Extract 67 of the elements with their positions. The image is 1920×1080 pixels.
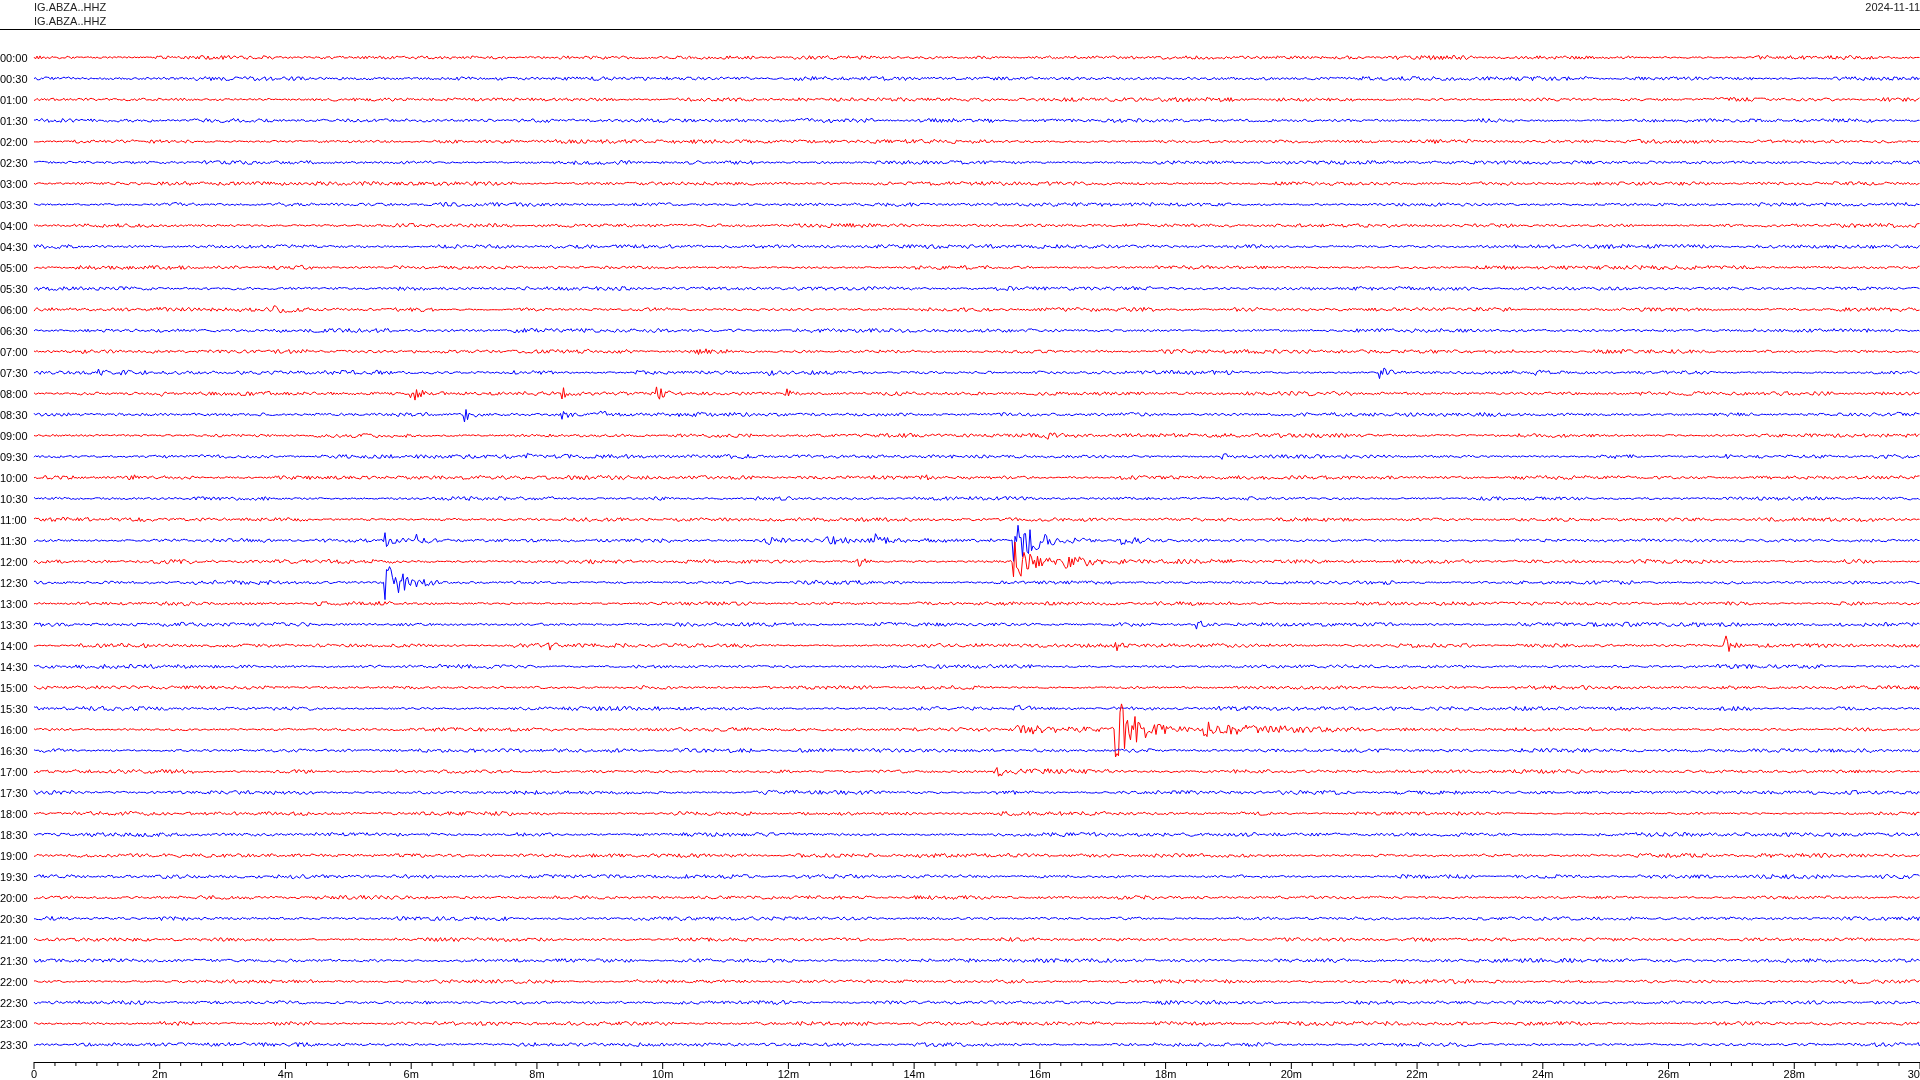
time-label: 09:30 [0, 450, 29, 463]
time-label: 04:30 [0, 240, 29, 253]
time-label: 16:30 [0, 744, 29, 757]
time-label: 07:30 [0, 366, 29, 379]
axis-tick-label: 8m [529, 1068, 545, 1080]
axis-tick-label: 0 [30, 1068, 38, 1080]
time-label: 14:00 [0, 639, 29, 652]
time-label: 13:00 [0, 597, 29, 610]
time-label: 20:30 [0, 912, 29, 925]
time-label: 06:00 [0, 303, 29, 316]
axis-tick-label: 10m [651, 1068, 674, 1080]
time-label: 01:00 [0, 93, 29, 106]
time-label: 19:00 [0, 849, 29, 862]
axis-tick-label: 28m [1783, 1068, 1805, 1080]
axis-tick-label: 22m [1406, 1068, 1428, 1080]
time-label: 03:30 [0, 198, 29, 211]
time-label: 02:30 [0, 156, 29, 169]
time-label: 22:00 [0, 975, 29, 988]
axis-tick-label: 16m [1029, 1068, 1051, 1080]
time-label: 23:30 [0, 1038, 29, 1051]
time-label: 21:30 [0, 954, 29, 967]
axis-tick-label: 24m [1532, 1068, 1554, 1080]
time-label: 07:00 [0, 345, 29, 358]
time-label: 15:30 [0, 702, 29, 715]
time-label: 01:30 [0, 114, 29, 127]
time-label: 20:00 [0, 891, 29, 904]
station-label: IG.ABZA..HHZ [34, 0, 107, 14]
axis-tick-label: 14m [903, 1068, 925, 1080]
axis-tick-label: 4m [277, 1068, 294, 1080]
time-label: 00:30 [0, 72, 29, 85]
axis-tick-label: 2m [152, 1068, 168, 1080]
time-label: 10:30 [0, 492, 29, 505]
time-label: 16:00 [0, 723, 29, 736]
time-label: 23:00 [0, 1017, 29, 1030]
time-label: 18:00 [0, 807, 29, 820]
time-label: 11:00 [0, 513, 28, 526]
axis-tick-label: 18m [1154, 1068, 1177, 1080]
time-label: 11:30 [0, 534, 28, 547]
time-label: 14:30 [0, 660, 29, 673]
time-label: 05:30 [0, 282, 29, 295]
date-label: 2024-11-11 [1865, 0, 1920, 15]
time-label: 13:30 [0, 618, 29, 631]
time-label: 19:30 [0, 870, 29, 883]
time-label: 03:00 [0, 177, 29, 190]
time-label: 17:30 [0, 786, 29, 799]
time-label: 00:00 [0, 51, 29, 64]
time-label: 12:00 [0, 555, 29, 568]
time-label: 08:30 [0, 408, 29, 421]
time-label: 05:00 [0, 261, 29, 274]
time-label: 12:30 [0, 576, 29, 589]
time-label: 09:00 [0, 429, 29, 442]
time-label: 22:30 [0, 996, 29, 1009]
time-label: 02:00 [0, 135, 29, 148]
axis-tick-label: 20m [1280, 1068, 1303, 1080]
axis-tick-label: 26m [1657, 1068, 1680, 1080]
time-label: 04:00 [0, 219, 29, 232]
time-label: 18:30 [0, 828, 29, 841]
axis-tick-label: 30 [1907, 1068, 1920, 1080]
axis-tick-label: 12m [777, 1068, 800, 1080]
time-label: 15:00 [0, 681, 29, 694]
time-label: 10:00 [0, 471, 29, 484]
time-label: 08:00 [0, 387, 29, 400]
time-label: 17:00 [0, 765, 29, 778]
time-label: 21:00 [0, 933, 29, 946]
time-label: 06:30 [0, 324, 29, 337]
axis-tick-label: 6m [403, 1068, 419, 1080]
station-label: IG.ABZA..HHZ [34, 14, 107, 28]
